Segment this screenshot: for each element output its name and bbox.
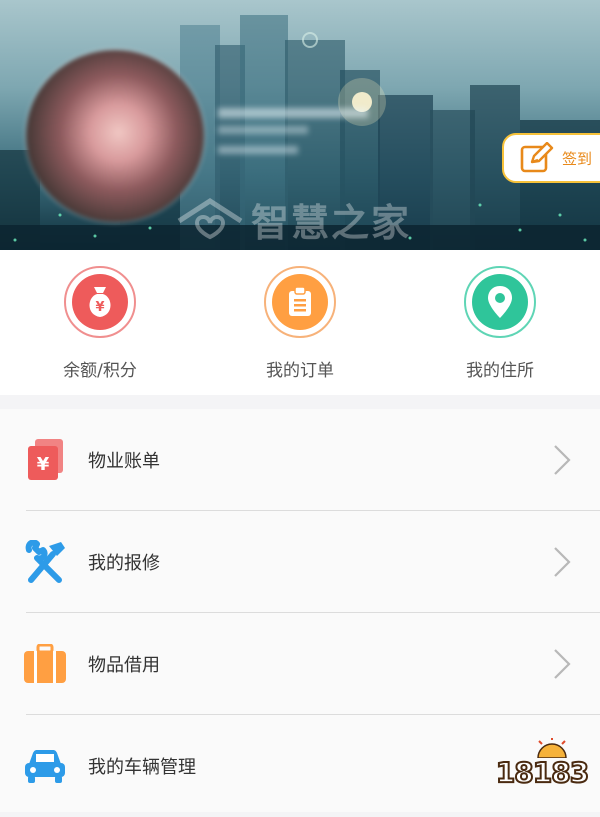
quick-action-label: 我的住所 xyxy=(466,361,534,381)
menu-item-label: 物业账单 xyxy=(88,451,160,472)
svg-text:¥: ¥ xyxy=(37,454,50,475)
suitcase-icon xyxy=(24,644,66,683)
car-icon xyxy=(25,750,65,783)
menu-item-property-bill[interactable]: ¥ 物业账单 xyxy=(0,409,600,511)
sign-in-label: 签到 xyxy=(562,149,593,168)
svg-text:¥: ¥ xyxy=(95,300,104,315)
brand-watermark-text: 智慧之家 xyxy=(251,200,412,245)
quick-action-residence[interactable]: 我的住所 xyxy=(400,250,600,395)
18183-watermark-logo: 18183 xyxy=(495,738,590,798)
money-bag-icon: ¥ xyxy=(89,287,111,317)
menu-item-borrow[interactable]: 物品借用 xyxy=(0,613,600,715)
clipboard-icon xyxy=(289,286,311,316)
quick-action-orders[interactable]: 我的订单 xyxy=(200,250,400,395)
location-pin-icon xyxy=(488,286,512,318)
quick-actions-bar: ¥ 余额/积分 我的订单 我的住所 xyxy=(0,250,600,395)
user-name-blurred xyxy=(218,100,368,160)
house-heart-icon xyxy=(177,198,243,240)
quick-action-balance[interactable]: ¥ 余额/积分 xyxy=(0,250,200,395)
menu-list: ¥ 物业账单 我的报修 物品借用 我的车辆管理 18183 xyxy=(0,409,600,812)
menu-item-label: 物品借用 xyxy=(88,655,160,676)
sign-in-button[interactable]: 签到 xyxy=(502,133,600,183)
chevron-right-icon xyxy=(554,445,571,475)
menu-item-label: 我的车辆管理 xyxy=(88,757,196,778)
menu-item-repair[interactable]: 我的报修 xyxy=(0,511,600,613)
quick-action-label: 我的订单 xyxy=(266,361,334,381)
sun-icon xyxy=(537,738,567,758)
chevron-right-icon xyxy=(554,649,571,679)
edit-icon xyxy=(520,142,554,173)
profile-header: 智慧之家 签到 xyxy=(0,0,600,250)
bill-icon: ¥ xyxy=(28,439,63,480)
quick-action-label: 余额/积分 xyxy=(63,361,137,381)
brand-watermark: 智慧之家 xyxy=(175,194,412,245)
chevron-right-icon xyxy=(554,547,571,577)
menu-item-label: 我的报修 xyxy=(88,553,160,574)
repair-tools-icon xyxy=(25,540,65,583)
18183-watermark-text: 18183 xyxy=(495,755,590,790)
